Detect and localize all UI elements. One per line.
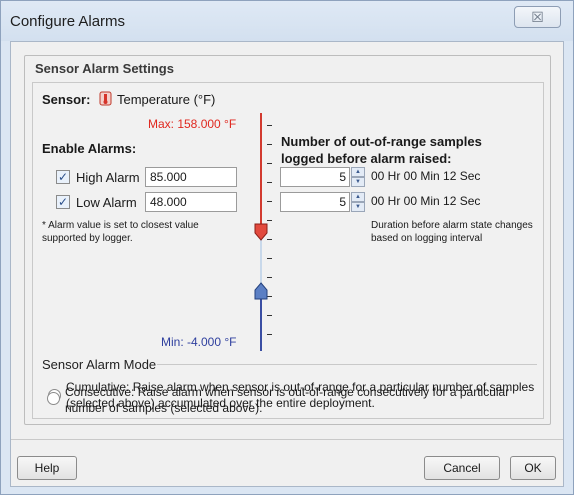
help-button[interactable]: Help bbox=[17, 456, 77, 480]
group-title: Sensor Alarm Settings bbox=[35, 61, 174, 76]
spin-up-icon[interactable]: ▲ bbox=[351, 192, 365, 202]
spin-down-icon[interactable]: ▼ bbox=[351, 202, 365, 212]
sensor-label: Sensor: bbox=[42, 92, 91, 107]
mode-separator bbox=[157, 364, 537, 365]
cancel-button[interactable]: Cancel bbox=[424, 456, 500, 480]
high-alarm-slider-handle[interactable] bbox=[253, 223, 269, 241]
scale-tick bbox=[267, 315, 272, 316]
dialog-body: Sensor Alarm Settings Sensor: Temperatur… bbox=[10, 41, 564, 487]
scale-tick bbox=[267, 201, 272, 202]
low-samples-duration: 00 Hr 00 Min 12 Sec bbox=[371, 194, 481, 208]
settings-panel: Sensor: Temperature (°F) Max: 158.000 °F… bbox=[32, 82, 544, 419]
mode-heading: Sensor Alarm Mode bbox=[42, 357, 157, 372]
ok-button[interactable]: OK bbox=[510, 456, 556, 480]
consecutive-radio[interactable] bbox=[47, 392, 60, 405]
scale-tick bbox=[267, 334, 272, 335]
close-button[interactable]: ☒ bbox=[514, 6, 561, 28]
low-alarm-checkbox[interactable]: ✓ bbox=[56, 195, 70, 209]
scale-tick bbox=[267, 220, 272, 221]
configure-alarms-window: Configure Alarms ☒ Sensor Alarm Settings… bbox=[0, 0, 574, 495]
low-samples-spinner[interactable]: ▲ ▼ bbox=[351, 192, 365, 212]
samples-heading: Number of out-of-range samples logged be… bbox=[281, 134, 482, 166]
high-samples-duration: 00 Hr 00 Min 12 Sec bbox=[371, 169, 481, 183]
alarm-value-note: * Alarm value is set to closest value su… bbox=[42, 220, 199, 244]
sensor-alarm-settings-group: Sensor Alarm Settings Sensor: Temperatur… bbox=[24, 55, 551, 425]
low-samples-input[interactable]: 5 bbox=[280, 192, 350, 212]
consecutive-text: Consecutive: Raise alarm when sensor is … bbox=[65, 385, 510, 415]
close-icon: ☒ bbox=[531, 9, 544, 25]
footer-separator bbox=[11, 439, 563, 440]
thermometer-icon bbox=[99, 91, 112, 106]
scale-tick bbox=[267, 125, 272, 126]
scale-tick bbox=[267, 144, 272, 145]
duration-note: Duration before alarm state changes base… bbox=[371, 220, 533, 244]
high-samples-spinner[interactable]: ▲ ▼ bbox=[351, 167, 365, 187]
scale-max-label: Max: 158.000 °F bbox=[148, 117, 237, 131]
sensor-name: Temperature (°F) bbox=[117, 92, 216, 107]
low-alarm-slider-handle[interactable] bbox=[253, 282, 269, 300]
high-alarm-checkbox[interactable]: ✓ bbox=[56, 170, 70, 184]
low-alarm-value-input[interactable]: 48.000 bbox=[145, 192, 237, 212]
scale-low-segment bbox=[260, 291, 262, 351]
scale-tick bbox=[267, 277, 272, 278]
window-title: Configure Alarms bbox=[10, 13, 126, 30]
scale-tick bbox=[267, 163, 272, 164]
high-alarm-label: High Alarm bbox=[76, 170, 140, 185]
enable-alarms-heading: Enable Alarms: bbox=[42, 141, 137, 156]
spin-up-icon[interactable]: ▲ bbox=[351, 167, 365, 177]
high-samples-input[interactable]: 5 bbox=[280, 167, 350, 187]
scale-min-label: Min: -4.000 °F bbox=[161, 335, 237, 349]
low-alarm-label: Low Alarm bbox=[76, 195, 137, 210]
scale-tick bbox=[267, 258, 272, 259]
spin-down-icon[interactable]: ▼ bbox=[351, 177, 365, 187]
scale-high-segment bbox=[260, 113, 262, 233]
high-alarm-value-input[interactable]: 85.000 bbox=[145, 167, 237, 187]
scale-tick bbox=[267, 182, 272, 183]
title-bar: Configure Alarms ☒ bbox=[1, 1, 573, 41]
